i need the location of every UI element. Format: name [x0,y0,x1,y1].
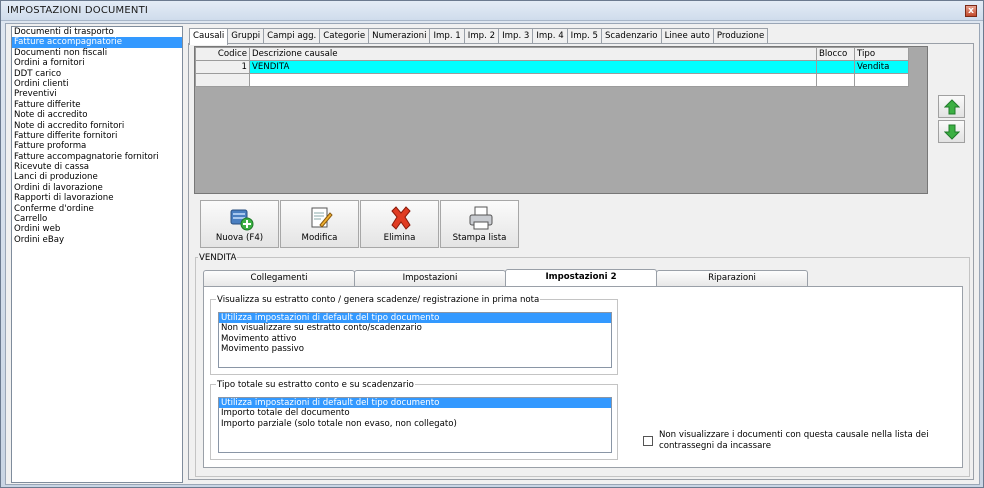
list-item[interactable]: Lanci di produzione [12,172,182,182]
printer-icon [469,206,493,230]
tipo-totale-listbox[interactable]: Utilizza impostazioni di default del tip… [218,397,612,453]
client-area: Documenti di trasporto Fatture accompagna… [5,23,980,485]
tab-causali[interactable]: Causali [189,28,229,45]
list-item[interactable]: Rapporti di lavorazione [12,193,182,203]
tipo-totale-frame-label: Tipo totale su estratto conto e su scade… [216,380,415,390]
list-item[interactable]: Documenti non fiscali [12,48,182,58]
stampa-lista-button[interactable]: Stampa lista [440,200,519,248]
cell-tipo: Vendita [854,60,909,74]
list-item[interactable]: Importo parziale (solo totale non evaso,… [219,419,611,429]
list-item[interactable]: Note di accredito fornitori [12,121,182,131]
elimina-button[interactable]: Elimina [360,200,439,248]
list-item[interactable]: Importo totale del documento [219,408,611,418]
cell-empty [195,73,250,87]
tab-collegamenti[interactable]: Collegamenti [203,270,355,286]
move-up-button[interactable] [938,95,965,118]
edit-document-icon [311,207,333,228]
document-type-list[interactable]: Documenti di trasporto Fatture accompagna… [11,26,183,483]
arrow-down-icon [944,124,960,140]
elimina-label: Elimina [383,233,416,243]
delete-icon [391,206,411,230]
list-item[interactable]: Utilizza impostazioni di default del tip… [219,398,611,409]
tab-imp-3[interactable]: Imp. 3 [498,28,534,44]
new-document-icon [230,209,254,231]
cell-empty [854,73,909,87]
cell-empty [816,73,855,87]
tab-produzione[interactable]: Produzione [712,28,769,44]
arrow-up-icon [944,99,960,115]
top-tab-strip: Causali Gruppi Campi agg. Categorie Numerazi… [189,28,769,45]
table-row-empty[interactable] [195,73,909,87]
cell-codice: 1 [195,60,250,74]
cell-blocco [816,60,855,74]
contrassegni-checkbox-label[interactable]: Non visualizzare i documenti con questa … [659,430,959,451]
tab-linee-auto[interactable]: Linee auto [660,28,714,44]
list-item[interactable]: Fatture proforma [12,141,182,151]
list-item[interactable]: Ricevute di cassa [12,162,182,172]
modifica-label: Modifica [301,233,338,243]
list-item[interactable]: Fatture accompagnatorie fornitori [12,152,182,162]
list-item[interactable]: Movimento attivo [219,334,611,344]
impostazioni-2-panel: Visualizza su estratto conto / genera sc… [203,286,963,468]
tab-imp-4[interactable]: Imp. 4 [532,28,568,44]
tab-imp-2[interactable]: Imp. 2 [463,28,500,44]
tab-categorie[interactable]: Categorie [319,28,370,44]
list-item[interactable]: Fatture differite [12,100,182,110]
close-button[interactable]: x [965,5,977,17]
tab-imp-1[interactable]: Imp. 1 [429,28,465,44]
tab-riparazioni[interactable]: Riparazioni [656,270,808,286]
title-bar[interactable]: IMPOSTAZIONI DOCUMENTI x [1,1,983,21]
list-item[interactable]: Fatture accompagnatorie [12,37,182,48]
estratto-conto-frame-label: Visualizza su estratto conto / genera sc… [216,295,541,305]
tab-scadenzario[interactable]: Scadenzario [600,28,662,44]
move-down-button[interactable] [938,120,965,143]
list-item[interactable]: Ordini clienti [12,79,182,89]
nuova-button[interactable]: Nuova (F4) [200,200,279,248]
estratto-conto-listbox[interactable]: Utilizza impostazioni di default del tip… [218,312,612,368]
header-descrizione[interactable]: Descrizione causale [249,47,817,61]
tab-imp-5[interactable]: Imp. 5 [566,28,602,44]
stampa-label: Stampa lista [452,233,507,243]
tab-numerazioni[interactable]: Numerazioni [368,28,431,44]
list-item[interactable]: Ordini di lavorazione [12,183,182,193]
list-item[interactable]: Non visualizzare su estratto conto/scade… [219,323,611,333]
nuova-label: Nuova (F4) [215,233,264,243]
header-tipo[interactable]: Tipo [854,47,909,61]
table-row[interactable]: 1 VENDITA Vendita [195,60,909,74]
list-item[interactable]: Movimento passivo [219,344,611,354]
contrassegni-checkbox[interactable] [643,436,653,446]
causali-table: Codice Descrizione causale Blocco Tipo 1… [195,47,909,87]
list-item[interactable]: DDT carico [12,69,182,79]
list-item[interactable]: Ordini a fornitori [12,58,182,68]
detail-group-label: VENDITA [198,253,238,263]
tab-impostazioni[interactable]: Impostazioni [354,270,506,286]
list-item[interactable]: Utilizza impostazioni di default del tip… [219,313,611,324]
window-title: IMPOSTAZIONI DOCUMENTI [7,5,149,16]
list-item[interactable]: Ordini eBay [12,235,182,245]
list-item[interactable]: Carrello [12,214,182,224]
cell-descrizione: VENDITA [249,60,817,74]
cell-empty [249,73,817,87]
list-item[interactable]: Conferme d'ordine [12,204,182,214]
list-item[interactable]: Note di accredito [12,110,182,120]
grid-header-row: Codice Descrizione causale Blocco Tipo [195,47,909,61]
header-blocco[interactable]: Blocco [816,47,855,61]
modifica-button[interactable]: Modifica [280,200,359,248]
tab-impostazioni-2[interactable]: Impostazioni 2 [505,269,657,286]
list-item[interactable]: Documenti di trasporto [12,27,182,37]
list-item[interactable]: Fatture differite fornitori [12,131,182,141]
header-codice[interactable]: Codice [195,47,250,61]
tab-campi-agg[interactable]: Campi agg. [263,28,321,44]
causali-panel: Codice Descrizione causale Blocco Tipo 1… [188,43,974,480]
tab-gruppi[interactable]: Gruppi [227,28,265,44]
causali-grid[interactable]: Codice Descrizione causale Blocco Tipo 1… [194,46,928,194]
main-window: IMPOSTAZIONI DOCUMENTI x Documenti di tr… [0,0,984,488]
list-item[interactable]: Preventivi [12,89,182,99]
list-item[interactable]: Ordini web [12,224,182,234]
